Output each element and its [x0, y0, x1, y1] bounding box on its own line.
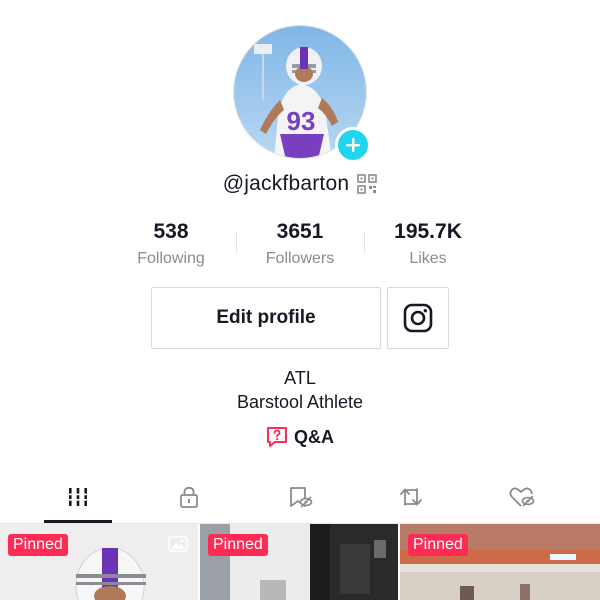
- following-label: Following: [137, 250, 205, 267]
- likes-count: 195.7K: [394, 220, 462, 243]
- photo-icon: [168, 536, 188, 552]
- bio-line: Barstool Athlete: [236, 392, 364, 412]
- question-bubble-icon: [267, 427, 287, 447]
- followers-count: 3651: [276, 220, 324, 243]
- video-thumbnail[interactable]: Pinned: [0, 524, 198, 600]
- username-row: @jackfbarton: [0, 172, 600, 196]
- qr-code-icon[interactable]: [357, 174, 378, 194]
- bookmark-hidden-icon: [290, 487, 313, 508]
- lock-icon: [180, 486, 198, 508]
- instagram-button[interactable]: [387, 287, 449, 349]
- stats-divider: [364, 232, 365, 254]
- likes-label: Likes: [409, 250, 447, 267]
- qa-link[interactable]: Q&A: [0, 426, 600, 448]
- video-thumbnail[interactable]: Pinned: [200, 524, 398, 600]
- grid-icon: [67, 488, 89, 506]
- stats-divider: [236, 232, 237, 254]
- tab-videos[interactable]: [44, 470, 112, 524]
- profile-avatar-container[interactable]: 93: [233, 25, 371, 163]
- pinned-badge: Pinned: [208, 534, 268, 556]
- qa-label: Q&A: [294, 426, 334, 447]
- edit-profile-button[interactable]: Edit profile: [151, 287, 381, 349]
- plus-icon: [346, 138, 360, 152]
- jersey-number: 93: [287, 106, 316, 136]
- tab-reposts[interactable]: [377, 470, 445, 524]
- bio: ATL Barstool Athlete: [0, 366, 600, 414]
- followers-label: Followers: [265, 250, 335, 267]
- profile-stats: 538 Following 3651 Followers 195.7K Like…: [0, 218, 600, 270]
- add-story-button[interactable]: [335, 127, 371, 163]
- username: @jackfbarton: [222, 172, 350, 195]
- instagram-icon: [403, 303, 433, 333]
- video-thumbnail[interactable]: Pinned: [400, 524, 600, 600]
- video-grid: Pinned Pinned Pinned: [0, 524, 600, 600]
- tab-favorites[interactable]: [266, 470, 334, 524]
- heart-hidden-icon: [509, 487, 535, 507]
- bio-line: ATL: [284, 368, 316, 388]
- likes-stat[interactable]: 195.7K Likes: [363, 218, 493, 270]
- active-tab-indicator: [44, 520, 112, 523]
- content-tabs: [0, 470, 600, 524]
- tab-liked[interactable]: [488, 470, 556, 524]
- following-count: 538: [153, 220, 189, 243]
- tab-private[interactable]: [155, 470, 223, 524]
- repost-icon: [400, 488, 422, 506]
- pinned-badge: Pinned: [408, 534, 468, 556]
- pinned-badge: Pinned: [8, 534, 68, 556]
- following-stat[interactable]: 538 Following: [106, 218, 236, 270]
- followers-stat[interactable]: 3651 Followers: [235, 218, 365, 270]
